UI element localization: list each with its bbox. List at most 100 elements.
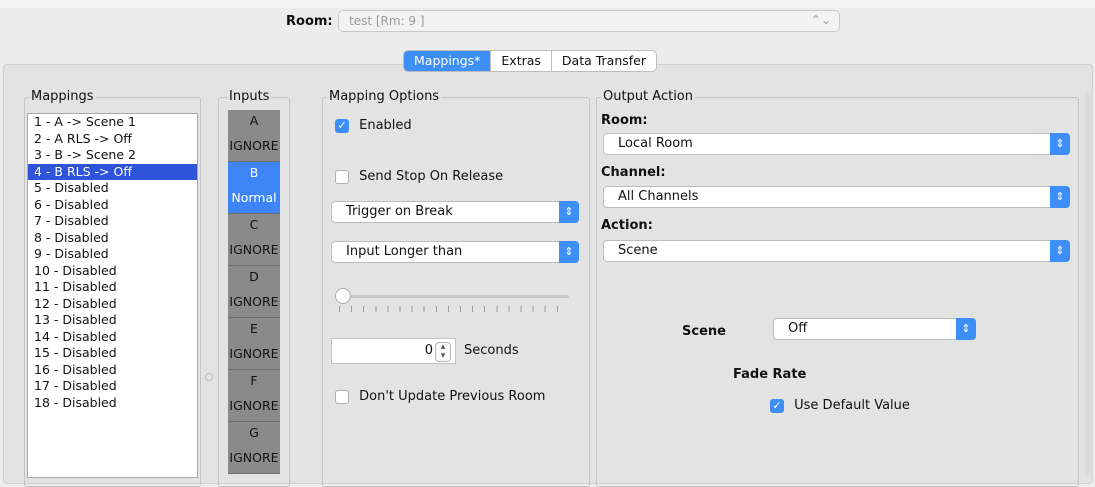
input-letter: G [249, 425, 259, 440]
trigger-select-value: Trigger on Break [346, 204, 453, 219]
dont-update-checkbox[interactable] [335, 389, 349, 404]
list-item[interactable]: 18 - Disabled [28, 395, 197, 412]
input-mode: IGNORE [229, 450, 279, 465]
channel-label: Channel: [601, 165, 666, 180]
up-down-chevron-icon: ⇕ [1050, 186, 1070, 208]
title-strip [0, 0, 1095, 8]
input-button-b[interactable]: B Normal [228, 162, 280, 214]
up-down-chevron-icon: ⇕ [559, 241, 579, 263]
action-select[interactable]: Scene ⇕ [603, 240, 1070, 262]
scrollbar[interactable] [1085, 92, 1093, 476]
input-mode: IGNORE [229, 242, 279, 257]
list-item[interactable]: 14 - Disabled [28, 329, 197, 346]
list-item[interactable]: 17 - Disabled [28, 378, 197, 395]
input-mode: IGNORE [229, 398, 279, 413]
inputs-title: Inputs [227, 89, 272, 104]
tab-data-transfer[interactable]: Data Transfer [552, 51, 656, 71]
use-default-label: Use Default Value [794, 398, 910, 413]
channel-value: All Channels [618, 189, 699, 204]
seconds-value: 0 [424, 343, 433, 358]
input-mode: IGNORE [229, 346, 279, 361]
tab-extras[interactable]: Extras [491, 51, 552, 71]
input-mode: IGNORE [229, 138, 279, 153]
mapping-options-title: Mapping Options [327, 89, 442, 104]
list-item[interactable]: 1 - A -> Scene 1 [28, 114, 197, 131]
dont-update-row[interactable]: Don't Update Previous Room [335, 389, 545, 404]
list-item[interactable]: 3 - B -> Scene 2 [28, 147, 197, 164]
scene-label: Scene [682, 324, 726, 339]
trigger-select[interactable]: Trigger on Break ⇕ [331, 201, 579, 223]
list-item[interactable]: 11 - Disabled [28, 279, 197, 296]
action-value: Scene [618, 243, 658, 258]
input-duration-select-value: Input Longer than [346, 244, 463, 259]
splitter-handle[interactable] [205, 373, 213, 381]
input-mode: Normal [231, 190, 277, 205]
input-button-d[interactable]: D IGNORE [228, 266, 280, 318]
scene-select[interactable]: Off ⇕ [773, 318, 976, 340]
output-room-label: Room: [601, 113, 648, 128]
list-item[interactable]: 7 - Disabled [28, 213, 197, 230]
input-letter: F [250, 373, 258, 388]
seconds-field[interactable]: 0 ▴ ▾ [331, 338, 456, 364]
list-item[interactable]: 8 - Disabled [28, 230, 197, 247]
send-stop-label: Send Stop On Release [359, 169, 504, 184]
room-select-value: test [Rm: 9 ] [349, 14, 425, 28]
output-room-value: Local Room [618, 136, 693, 151]
use-default-checkbox[interactable]: ✓ [770, 398, 784, 413]
input-duration-select[interactable]: Input Longer than ⇕ [331, 241, 579, 263]
slider-thumb[interactable] [335, 288, 351, 304]
action-label: Action: [601, 218, 653, 233]
duration-slider[interactable] [335, 286, 571, 316]
inputs-column: A IGNORE B Normal C IGNORE D IGNORE E IGNORE F IGNO… [228, 110, 280, 474]
list-item[interactable]: 15 - Disabled [28, 345, 197, 362]
up-down-chevron-icon: ⇕ [956, 318, 976, 340]
output-room-select[interactable]: Local Room ⇕ [603, 133, 1070, 155]
up-down-chevron-icon: ⇕ [559, 201, 579, 223]
tab-mappings[interactable]: Mappings* [404, 51, 492, 71]
room-label: Room: [286, 14, 333, 29]
input-letter: B [249, 165, 259, 180]
list-item[interactable]: 12 - Disabled [28, 296, 197, 313]
scene-value: Off [788, 321, 808, 336]
channel-select[interactable]: All Channels ⇕ [603, 186, 1070, 208]
mappings-list[interactable]: 1 - A -> Scene 12 - A RLS -> Off 3 - B ->… [27, 113, 198, 478]
input-letter: C [249, 217, 259, 232]
list-item[interactable]: 16 - Disabled [28, 362, 197, 379]
input-button-c[interactable]: C IGNORE [228, 214, 280, 266]
list-item[interactable]: 9 - Disabled [28, 246, 197, 263]
output-action-group: Output Action [596, 89, 1079, 487]
list-item[interactable]: 13 - Disabled [28, 312, 197, 329]
enabled-checkbox-row[interactable]: ✓ Enabled [335, 118, 412, 133]
input-button-g[interactable]: G IGNORE [228, 422, 280, 474]
input-button-f[interactable]: F IGNORE [228, 370, 280, 422]
enabled-checkbox[interactable]: ✓ [335, 118, 349, 133]
list-item[interactable]: 2 - A RLS -> Off [28, 131, 197, 148]
input-mode: IGNORE [229, 294, 279, 309]
list-item[interactable]: 5 - Disabled [28, 180, 197, 197]
stepper-icon[interactable]: ▴ ▾ [435, 342, 451, 362]
input-button-a[interactable]: A IGNORE [228, 110, 280, 162]
fade-rate-label: Fade Rate [733, 367, 807, 382]
tab-bar: Mappings* Extras Data Transfer [403, 50, 658, 72]
mappings-title: Mappings [29, 89, 96, 104]
input-letter: D [249, 269, 259, 284]
slider-ticks [339, 306, 569, 312]
enabled-label: Enabled [359, 118, 412, 133]
up-down-chevron-icon: ⇕ [1050, 240, 1070, 262]
send-stop-row[interactable]: Send Stop On Release [335, 169, 503, 184]
room-select[interactable]: test [Rm: 9 ] ⌃⌄ [338, 10, 840, 32]
up-down-chevron-icon: ⇕ [1050, 133, 1070, 155]
up-down-chevron-icon: ⌃⌄ [810, 13, 831, 27]
output-action-title: Output Action [601, 89, 696, 104]
input-letter: E [250, 321, 258, 336]
use-default-row[interactable]: ✓ Use Default Value [770, 398, 910, 413]
list-item[interactable]: 4 - B RLS -> Off [28, 163, 197, 180]
input-button-e[interactable]: E IGNORE [228, 318, 280, 370]
slider-track [335, 295, 569, 298]
list-item[interactable]: 6 - Disabled [28, 197, 197, 214]
check-icon: ✓ [337, 118, 347, 132]
seconds-label: Seconds [464, 343, 519, 358]
send-stop-checkbox[interactable] [335, 169, 349, 184]
list-item[interactable]: 10 - Disabled [28, 263, 197, 280]
check-icon: ✓ [772, 398, 782, 412]
